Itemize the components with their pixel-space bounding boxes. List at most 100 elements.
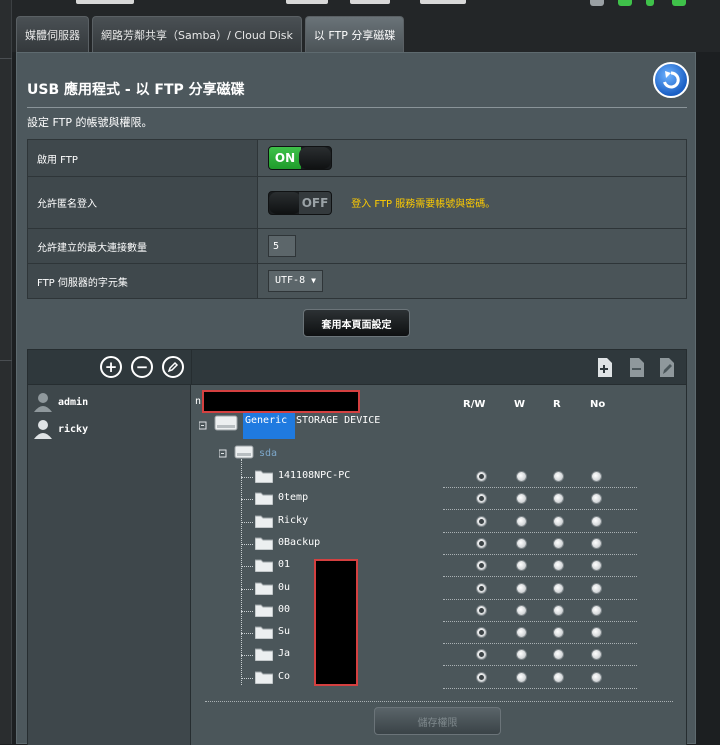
user-name: ricky [58,423,89,435]
minus-circle-icon[interactable]: − [131,356,153,378]
page-title: USB 應用程式 - 以 FTP 分享磁碟 [27,82,245,98]
permission-radio-r[interactable] [553,582,564,594]
permission-radio-w[interactable] [516,671,527,683]
partition-name[interactable]: sda [259,448,277,459]
permission-radio-no[interactable] [591,515,602,527]
permission-radio-no[interactable] [591,537,602,549]
tree-bottom-divider [205,701,673,702]
redaction-box [314,559,358,686]
folder-name[interactable]: Su [278,626,290,637]
tab-samba[interactable]: 網路芳鄰共享（Samba）/ Cloud Disk [92,16,302,52]
permission-radio-no[interactable] [591,471,602,482]
folder-icon [255,559,273,573]
folder-name[interactable]: 0temp [278,492,308,503]
permission-radio-r[interactable] [553,471,564,482]
save-permissions-button[interactable]: 儲存權限 [374,707,501,735]
left-strip-divider [0,360,12,361]
permission-radio-no[interactable] [591,582,602,594]
folder-row: 141108NPC-PC [191,466,687,488]
permission-radio-r[interactable] [553,649,564,661]
permission-radio-r[interactable] [553,515,564,527]
permission-radio-rw[interactable] [476,604,487,616]
folder-name[interactable]: Ricky [278,515,308,526]
status-icon[interactable] [590,0,604,6]
permission-radio-rw[interactable] [476,649,487,661]
tree-branch-line [241,633,253,635]
permission-radio-r[interactable] [553,671,564,683]
permission-radio-w[interactable] [516,582,527,594]
permission-radio-w[interactable] [516,627,527,639]
tab-media-server[interactable]: 媒體伺服器 [16,16,89,52]
permission-radio-no[interactable] [591,493,602,505]
tab-ftp[interactable]: 以 FTP 分享磁碟 [304,16,405,52]
max-connections-input[interactable] [268,235,296,257]
permission-radio-rw[interactable] [476,515,487,527]
user-avatar-icon [34,393,52,412]
permission-radio-w[interactable] [516,471,527,482]
permission-radio-rw[interactable] [476,493,487,505]
folder-name[interactable]: 0Backup [278,537,320,548]
apply-settings-button[interactable]: 套用本頁面設定 [303,309,410,337]
folder-row: 0temp [191,488,687,511]
permission-radio-no[interactable] [591,560,602,572]
permission-radio-no[interactable] [591,604,602,616]
permission-radio-w[interactable] [516,537,527,549]
permission-radio-no[interactable] [591,627,602,639]
chevron-down-icon: ▼ [311,276,316,285]
permission-radio-r[interactable] [553,604,564,616]
pencil-circle-icon[interactable] [162,356,184,378]
folder-name[interactable]: 0u [278,582,290,593]
permission-radio-w[interactable] [516,493,527,505]
permission-radio-w[interactable] [516,560,527,572]
tree-branch-line [241,543,253,545]
edit-document-icon[interactable] [658,357,676,378]
permission-radio-rw[interactable] [476,471,487,482]
anonymous-login-toggle[interactable]: OFF [268,190,332,215]
folder-row: Ricky [191,511,687,533]
charset-select[interactable]: UTF-8 ▼ [268,270,323,292]
folder-row: 01 [191,555,687,578]
status-icon[interactable] [672,0,686,6]
permission-radio-rw[interactable] [476,671,487,683]
permission-radio-r[interactable] [553,560,564,572]
permission-radio-w[interactable] [516,515,527,527]
folder-name[interactable]: 141108NPC-PC [278,470,350,481]
permission-radio-no[interactable] [591,649,602,661]
folder-icon [255,671,273,684]
add-document-icon[interactable] [596,357,614,378]
folder-icon [255,648,273,662]
user-item-admin[interactable]: admin [32,391,88,413]
user-item-ricky[interactable]: ricky [32,418,88,440]
folder-name[interactable]: 01 [278,559,290,570]
folder-name[interactable]: Ja [278,648,290,659]
permission-radio-r[interactable] [553,627,564,639]
permission-radio-rw[interactable] [476,537,487,549]
anonymous-login-hint: 登入 FTP 服務需要帳號與密碼。 [351,199,496,210]
header-w: W [514,399,526,410]
user-avatar-icon [34,420,52,439]
permission-radio-r[interactable] [553,493,564,505]
toggle-on-label: ON [269,147,301,169]
device-name-word1[interactable]: Generic [245,415,287,426]
permission-radio-rw[interactable] [476,560,487,572]
collapse-icon[interactable] [219,449,231,459]
folder-name[interactable]: Co [278,671,290,682]
status-icon[interactable] [618,0,632,6]
document-icon[interactable] [628,357,646,378]
folder-name[interactable]: 00 [278,604,290,615]
permission-radio-rw[interactable] [476,627,487,639]
status-icon[interactable] [646,0,654,6]
permission-radio-r[interactable] [553,537,564,549]
back-button[interactable] [653,62,689,98]
ftp-settings-table: 啟用 FTP ON 允許匿名登入 OFF 登入 FTP 服務需要帳號與密碼。 允… [27,139,687,299]
permission-radio-rw[interactable] [476,582,487,594]
permission-radio-w[interactable] [516,604,527,616]
folder-icon [255,626,273,640]
device-name-word2[interactable]: STORAGE DEVICE [296,415,380,426]
permission-radio-w[interactable] [516,649,527,661]
plus-circle-icon[interactable]: + [100,356,122,378]
header-r: R [553,399,561,410]
permission-radio-no[interactable] [591,671,602,683]
enable-ftp-toggle[interactable]: ON [268,146,332,170]
top-bar-stub [420,0,466,4]
